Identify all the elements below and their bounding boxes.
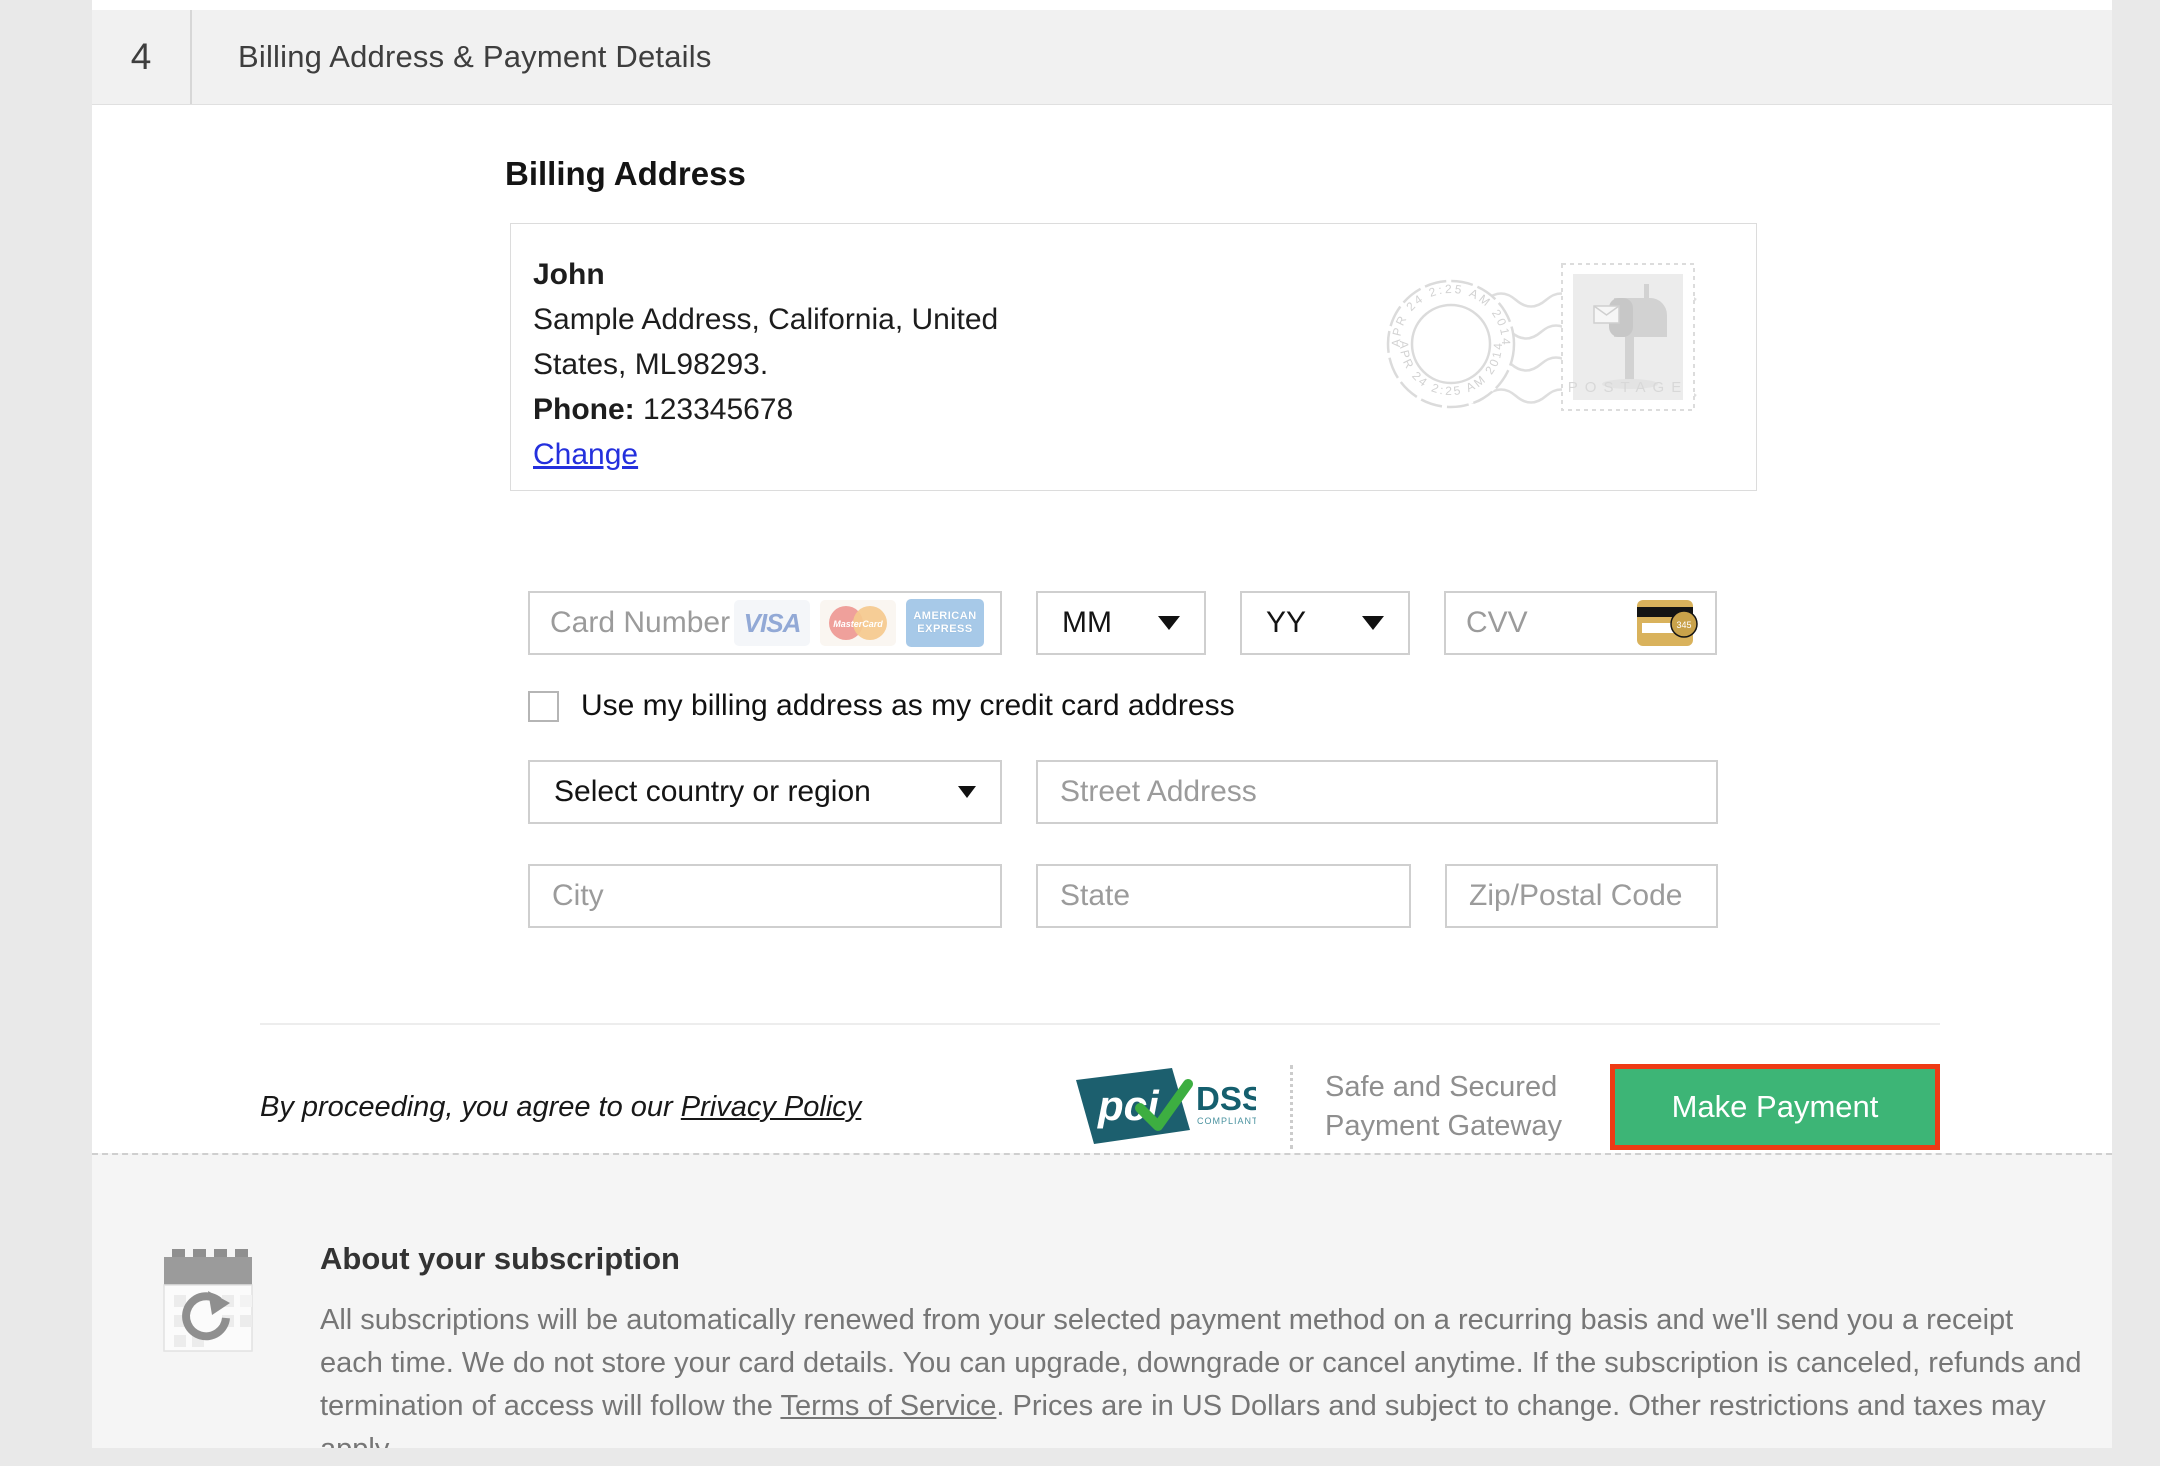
privacy-policy-link[interactable]: Privacy Policy [681, 1091, 862, 1123]
postage-stamp-watermark-icon: APR 24 2:25 AM 2014 APR 24 2:25 AM 2014 [1366, 252, 1706, 452]
step-number: 4 [92, 10, 192, 104]
page-title: Billing Address & Payment Details [238, 10, 712, 104]
same-address-label: Use my billing address as my credit card… [581, 689, 1235, 723]
dotted-divider [1290, 1065, 1293, 1149]
compliant-text: COMPLIANT [1197, 1116, 1256, 1126]
stamp-frame-icon: POSTAGE [1562, 264, 1694, 410]
subscription-text-block: About your subscription All subscription… [320, 1241, 2082, 1448]
billing-address-card: John Sample Address, California, United … [510, 223, 1757, 491]
card-details-row: VISA MasterCard AMERICAN EXPRESS MM YY [528, 591, 2112, 655]
country-street-row: Select country or region [528, 760, 2112, 824]
secure-gateway-text: Safe and Secured Payment Gateway [1325, 1068, 1562, 1146]
country-select[interactable]: Select country or region [528, 760, 1002, 824]
step-header: 4 Billing Address & Payment Details [92, 10, 2112, 105]
expiry-month-select[interactable]: MM [1036, 591, 1206, 655]
zip-input[interactable] [1445, 864, 1718, 928]
agreement-text: By proceeding, you agree to our Privacy … [260, 1091, 861, 1124]
cvv-card-icon: 345 [1637, 598, 1699, 648]
state-input[interactable] [1036, 864, 1411, 928]
payment-page: { "header": { "step_number": "4", "title… [0, 0, 2160, 1466]
mastercard-logo-icon: MasterCard [820, 600, 896, 646]
city-input[interactable] [528, 864, 1002, 928]
visa-logo-icon: VISA [734, 600, 810, 646]
chevron-down-icon [1158, 616, 1180, 630]
subscription-section: About your subscription All subscription… [92, 1153, 2112, 1448]
payment-footer-row: By proceeding, you agree to our Privacy … [260, 1061, 1940, 1153]
phone-value: 123345678 [643, 393, 793, 426]
recurring-calendar-icon [160, 1241, 256, 1359]
same-address-checkbox[interactable] [528, 691, 559, 722]
billing-address-heading: Billing Address [505, 155, 2112, 193]
cvv-field: 345 [1444, 591, 1717, 655]
cvv-input[interactable] [1466, 606, 1596, 640]
card-number-field: VISA MasterCard AMERICAN EXPRESS [528, 591, 1002, 655]
change-address-link[interactable]: Change [533, 438, 638, 471]
phone-label: Phone: [533, 393, 635, 426]
postmark-icon: APR 24 2:25 AM 2014 APR 24 2:25 AM 2014 [1388, 281, 1514, 407]
terms-of-service-link[interactable]: Terms of Service [780, 1390, 996, 1422]
make-payment-highlight: Make Payment [1610, 1064, 1940, 1150]
main-form-area: Billing Address John Sample Address, Cal… [92, 105, 2112, 1153]
subscription-title: About your subscription [320, 1241, 2082, 1277]
footer-divider [260, 1023, 1940, 1025]
city-state-zip-row [528, 864, 2112, 928]
dss-text: DSS [1196, 1080, 1256, 1117]
subscription-body: All subscriptions will be automatically … [320, 1299, 2082, 1448]
postage-label: POSTAGE [1568, 379, 1688, 396]
make-payment-button[interactable]: Make Payment [1615, 1069, 1935, 1145]
chevron-down-icon [958, 786, 976, 798]
amex-logo-icon: AMERICAN EXPRESS [906, 599, 984, 647]
cvv-badge-number: 345 [1676, 620, 1691, 630]
same-address-row: Use my billing address as my credit card… [528, 689, 2112, 723]
chevron-down-icon [1362, 616, 1384, 630]
pci-dss-logo-icon: pci DSS COMPLIANT [1074, 1066, 1256, 1148]
content-panel: 4 Billing Address & Payment Details Bill… [92, 0, 2112, 1448]
card-number-input[interactable] [550, 606, 734, 640]
street-address-input[interactable] [1036, 760, 1718, 824]
expiry-year-select[interactable]: YY [1240, 591, 1410, 655]
